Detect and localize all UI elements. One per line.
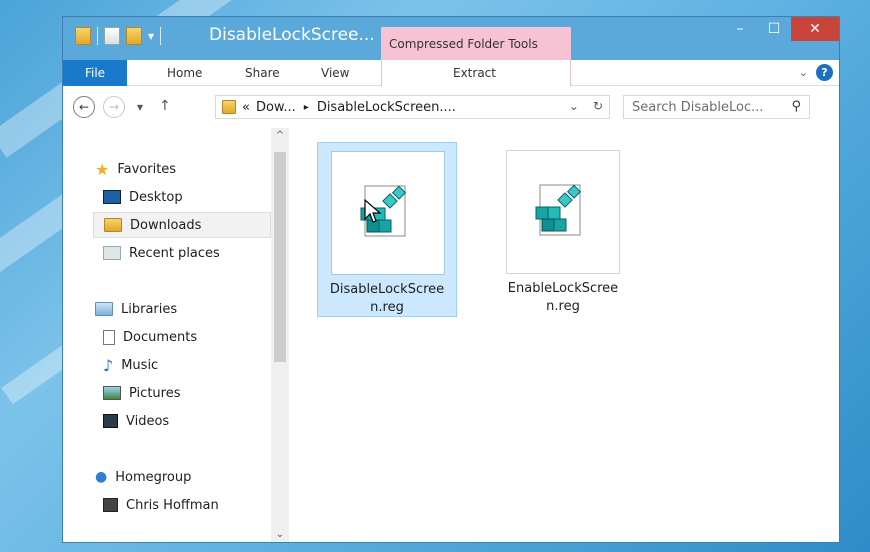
close-button[interactable]: ✕ <box>791 17 839 41</box>
star-icon: ★ <box>95 159 110 179</box>
file-item-enable[interactable]: EnableLockScree n.reg <box>493 142 633 317</box>
recent-places-icon <box>103 246 121 260</box>
content-area: ★ Favorites Desktop Downloads Recent pla… <box>63 128 839 542</box>
search-icon[interactable]: ⚲ <box>791 99 801 114</box>
properties-icon[interactable] <box>104 27 120 45</box>
up-button[interactable]: ↑ <box>159 98 171 114</box>
qat-separator <box>97 27 98 45</box>
nav-label: Homegroup <box>115 469 192 485</box>
file-thumbnail <box>506 150 620 274</box>
search-placeholder: Search DisableLoc... <box>632 99 764 115</box>
documents-icon <box>103 329 115 345</box>
nav-label: Chris Hoffman <box>126 497 219 513</box>
breadcrumb-current[interactable]: DisableLockScreen.... <box>317 100 456 115</box>
back-button[interactable]: ← <box>73 96 95 118</box>
nav-label: Documents <box>123 329 198 345</box>
nav-music[interactable]: ♪ Music <box>93 352 271 378</box>
nav-documents[interactable]: Documents <box>93 324 271 350</box>
nav-label: Desktop <box>129 189 183 205</box>
nav-homegroup[interactable]: ● Homegroup <box>85 464 263 490</box>
nav-label: Pictures <box>129 385 181 401</box>
nav-libraries[interactable]: Libraries <box>85 296 263 322</box>
tab-file[interactable]: File <box>63 60 127 86</box>
search-input[interactable]: Search DisableLoc... ⚲ <box>623 95 810 119</box>
nav-label: Libraries <box>121 301 178 317</box>
customize-qat-icon[interactable]: ▾ <box>148 29 154 43</box>
nav-user[interactable]: Chris Hoffman <box>93 492 271 518</box>
ribbon-tab-bar: File Home Share View Extract ⌄ ? <box>63 60 839 86</box>
window-controls: – ☐ ✕ <box>723 17 839 41</box>
nav-label: Videos <box>126 413 170 429</box>
file-thumbnail <box>331 151 445 275</box>
nav-label: Favorites <box>117 161 177 177</box>
qat-separator <box>160 27 162 45</box>
homegroup-icon: ● <box>95 469 108 485</box>
tab-share[interactable]: Share <box>245 66 280 80</box>
nav-downloads[interactable]: Downloads <box>93 212 271 238</box>
address-dropdown-icon[interactable]: ⌄ <box>569 99 579 113</box>
explorer-window: ▾ DisableLockScree... Compressed Folder … <box>62 16 840 543</box>
compressed-folder-tools-header: Compressed Folder Tools <box>381 27 571 60</box>
folder-icon <box>222 100 236 114</box>
new-folder-icon[interactable] <box>126 27 142 45</box>
navigation-pane: ★ Favorites Desktop Downloads Recent pla… <box>63 128 271 542</box>
window-title: DisableLockScree... <box>209 25 375 45</box>
quick-access-toolbar: ▾ <box>75 27 162 45</box>
nav-desktop[interactable]: Desktop <box>93 184 271 210</box>
scroll-up-icon[interactable]: ^ <box>271 130 289 141</box>
breadcrumb-separator-icon[interactable]: ▸ <box>304 102 309 113</box>
title-bar[interactable]: ▾ DisableLockScree... Compressed Folder … <box>63 17 839 60</box>
nav-pictures[interactable]: Pictures <box>93 380 271 406</box>
address-input[interactable]: « Dow... ▸ DisableLockScreen.... ⌄ ↻ <box>215 95 610 119</box>
breadcrumb-downloads[interactable]: Dow... <box>256 100 296 115</box>
ribbon-right-controls: ⌄ ? <box>799 64 833 81</box>
help-icon[interactable]: ? <box>816 64 833 81</box>
file-list: DisableLockScree n.reg EnableLockScree n… <box>289 128 839 542</box>
libraries-icon <box>95 302 113 316</box>
address-bar-area: ← → ▾ ↑ « Dow... ▸ DisableLockScreen....… <box>63 86 839 128</box>
scroll-thumb[interactable] <box>274 152 286 362</box>
nav-recent-places[interactable]: Recent places <box>93 240 271 266</box>
videos-icon <box>103 414 118 428</box>
nav-label: Music <box>121 357 159 373</box>
downloads-icon <box>104 218 122 232</box>
refresh-icon[interactable]: ↻ <box>593 99 603 113</box>
path-overflow[interactable]: « <box>242 100 250 115</box>
nav-favorites[interactable]: ★ Favorites <box>85 156 263 182</box>
registry-file-icon <box>535 184 582 236</box>
forward-button[interactable]: → <box>103 96 125 118</box>
recent-locations-icon[interactable]: ▾ <box>137 100 143 114</box>
file-item-disable[interactable]: DisableLockScree n.reg <box>317 142 457 317</box>
user-icon <box>103 498 118 512</box>
nav-label: Downloads <box>130 217 202 233</box>
expand-ribbon-icon[interactable]: ⌄ <box>799 66 808 79</box>
nav-label: Recent places <box>129 245 220 261</box>
tab-view[interactable]: View <box>321 66 349 80</box>
nav-scrollbar[interactable]: ^ ⌄ <box>271 128 289 542</box>
pictures-icon <box>103 386 121 400</box>
nav-videos[interactable]: Videos <box>93 408 271 434</box>
file-name: DisableLockScree n.reg <box>329 282 445 315</box>
address-right-controls: ⌄ ↻ <box>569 99 603 113</box>
maximize-button[interactable]: ☐ <box>757 17 791 41</box>
tab-home[interactable]: Home <box>167 66 202 80</box>
tab-extract[interactable]: Extract <box>453 66 496 80</box>
minimize-button[interactable]: – <box>723 17 757 41</box>
folder-icon[interactable] <box>75 27 91 45</box>
desktop-icon <box>103 190 121 204</box>
scroll-down-icon[interactable]: ⌄ <box>271 529 289 540</box>
file-name: EnableLockScree n.reg <box>507 281 619 314</box>
music-icon: ♪ <box>103 355 114 375</box>
mouse-pointer-icon <box>364 199 382 223</box>
